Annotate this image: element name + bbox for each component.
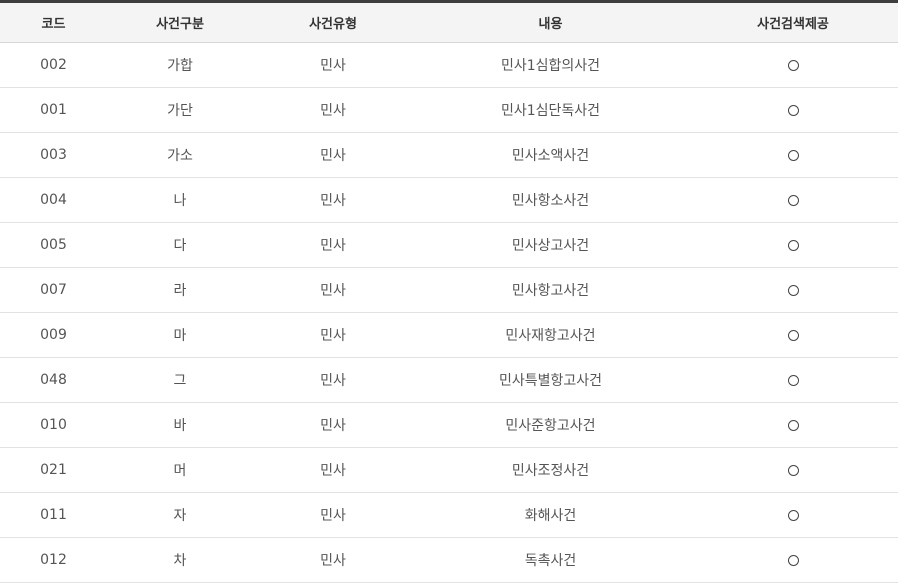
cell-case-search	[688, 537, 898, 583]
circle-icon	[787, 194, 799, 206]
cell-case-type: 민사	[253, 132, 413, 178]
cell-case-type: 민사	[253, 357, 413, 403]
header-code: 코드	[0, 3, 107, 43]
cell-case-division: 가합	[107, 42, 253, 88]
cell-case-search	[688, 492, 898, 538]
header-case-search: 사건검색제공	[688, 3, 898, 43]
circle-icon	[787, 284, 799, 296]
cell-case-search	[688, 357, 898, 403]
header-row: 코드 사건구분 사건유형 내용 사건검색제공	[0, 3, 898, 43]
cell-case-division: 자	[107, 492, 253, 538]
cell-code: 002	[0, 42, 107, 88]
cell-content: 민사준항고사건	[413, 402, 688, 448]
cell-content: 민사1심단독사건	[413, 87, 688, 133]
case-code-table-container: 코드 사건구분 사건유형 내용 사건검색제공 002 가합 민사 민사1심합의사건 00…	[0, 0, 898, 583]
header-case-type: 사건유형	[253, 3, 413, 43]
table-body: 002 가합 민사 민사1심합의사건 001 가단 민사 민사1심단독사건 003 가소 민사 민사소…	[0, 42, 898, 583]
cell-code: 048	[0, 357, 107, 403]
table-header: 코드 사건구분 사건유형 내용 사건검색제공	[0, 3, 898, 43]
table-row: 005 다 민사 민사상고사건	[0, 222, 898, 268]
circle-icon	[787, 554, 799, 566]
cell-case-division: 가소	[107, 132, 253, 178]
cell-case-division: 라	[107, 267, 253, 313]
table-row: 011 자 민사 화해사건	[0, 492, 898, 538]
table-row: 009 마 민사 민사재항고사건	[0, 312, 898, 358]
cell-case-type: 민사	[253, 87, 413, 133]
table-row: 007 라 민사 민사항고사건	[0, 267, 898, 313]
cell-code: 021	[0, 447, 107, 493]
cell-case-search	[688, 177, 898, 223]
table-row: 012 차 민사 독촉사건	[0, 537, 898, 583]
cell-case-division: 다	[107, 222, 253, 268]
cell-case-search	[688, 42, 898, 88]
cell-code: 001	[0, 87, 107, 133]
cell-content: 민사1심합의사건	[413, 42, 688, 88]
cell-case-division: 차	[107, 537, 253, 583]
cell-case-type: 민사	[253, 492, 413, 538]
table-row: 010 바 민사 민사준항고사건	[0, 402, 898, 448]
cell-content: 민사조정사건	[413, 447, 688, 493]
cell-case-type: 민사	[253, 447, 413, 493]
cell-code: 011	[0, 492, 107, 538]
cell-case-search	[688, 447, 898, 493]
cell-content: 민사특별항고사건	[413, 357, 688, 403]
header-content: 내용	[413, 3, 688, 43]
table-row: 048 그 민사 민사특별항고사건	[0, 357, 898, 403]
cell-content: 민사소액사건	[413, 132, 688, 178]
cell-case-search	[688, 222, 898, 268]
cell-case-division: 가단	[107, 87, 253, 133]
cell-case-search	[688, 402, 898, 448]
cell-case-type: 민사	[253, 42, 413, 88]
table-row: 003 가소 민사 민사소액사건	[0, 132, 898, 178]
table-row: 004 나 민사 민사항소사건	[0, 177, 898, 223]
cell-content: 민사상고사건	[413, 222, 688, 268]
cell-case-division: 나	[107, 177, 253, 223]
circle-icon	[787, 239, 799, 251]
cell-case-search	[688, 312, 898, 358]
cell-code: 004	[0, 177, 107, 223]
cell-case-division: 마	[107, 312, 253, 358]
cell-case-division: 머	[107, 447, 253, 493]
circle-icon	[787, 509, 799, 521]
cell-case-search	[688, 132, 898, 178]
cell-content: 화해사건	[413, 492, 688, 538]
cell-content: 독촉사건	[413, 537, 688, 583]
cell-case-type: 민사	[253, 177, 413, 223]
case-code-table: 코드 사건구분 사건유형 내용 사건검색제공 002 가합 민사 민사1심합의사건 00…	[0, 3, 898, 583]
circle-icon	[787, 149, 799, 161]
cell-case-type: 민사	[253, 267, 413, 313]
cell-case-type: 민사	[253, 537, 413, 583]
cell-case-division: 바	[107, 402, 253, 448]
cell-content: 민사재항고사건	[413, 312, 688, 358]
circle-icon	[787, 104, 799, 116]
cell-code: 010	[0, 402, 107, 448]
cell-content: 민사항고사건	[413, 267, 688, 313]
circle-icon	[787, 419, 799, 431]
cell-code: 005	[0, 222, 107, 268]
cell-case-type: 민사	[253, 222, 413, 268]
circle-icon	[787, 464, 799, 476]
cell-case-type: 민사	[253, 312, 413, 358]
cell-code: 009	[0, 312, 107, 358]
circle-icon	[787, 329, 799, 341]
circle-icon	[787, 59, 799, 71]
cell-code: 012	[0, 537, 107, 583]
cell-case-division: 그	[107, 357, 253, 403]
cell-case-type: 민사	[253, 402, 413, 448]
header-case-division: 사건구분	[107, 3, 253, 43]
cell-content: 민사항소사건	[413, 177, 688, 223]
table-row: 001 가단 민사 민사1심단독사건	[0, 87, 898, 133]
table-row: 021 머 민사 민사조정사건	[0, 447, 898, 493]
cell-case-search	[688, 267, 898, 313]
table-row: 002 가합 민사 민사1심합의사건	[0, 42, 898, 88]
cell-code: 007	[0, 267, 107, 313]
cell-case-search	[688, 87, 898, 133]
circle-icon	[787, 374, 799, 386]
cell-code: 003	[0, 132, 107, 178]
